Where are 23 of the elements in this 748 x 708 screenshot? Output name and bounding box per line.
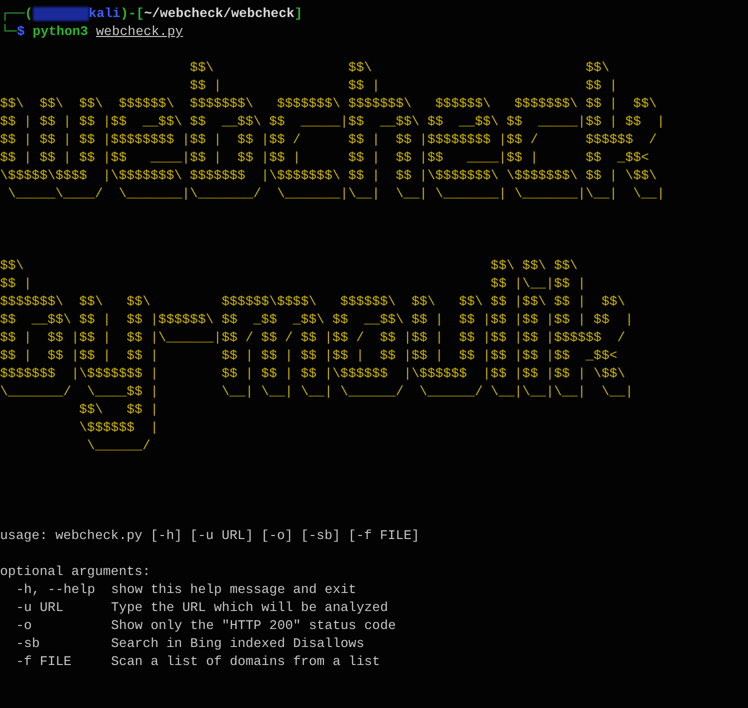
ascii-art-text: $$\ $$\ $$\ $$ | $$ | $$ | $$\ $$\ $$\ $$$$$$\ $$$$$$$\ $$$$$$$\ $$$$$$$\ $$$$$$\ $$$$$$$\ $$ | $$\ $$ | $$ | $$ |$$ __$$\ $$ __$$\ $$ _____|$$ __$$\ $$ __$$\ $$ _____|$$ | $$ | $$ | $$ | $$ |$$$$$$$$ |$$ | $$ |$$ / $$ | $$ |$$$$$$$$ |$$ / $$$$$$ / $$ | $$ | $$ |$$ ____|$$ | $$ |$$ | $$ | $$ |$$ ____|$$ | $$ _$$< \$$$$$\$$$$ |\$$$$$$$\ $$$$$$$ |\$$$$$$$\ $$ | $$ |\$$$$$$$\ \$$$$$$$\ $$ | \$$\ \_____\____/ \_______|\_______/ \_______|\__| \__| \_______| \_______|\__| \__| [0,59,666,203]
option-description: Search in Bing indexed Disallows [111,635,364,653]
prompt-host: kali [88,5,120,23]
prompt-frame: └─ [1,23,17,41]
option-description: Scan a list of domains from a list [111,653,380,671]
command-argument: webcheck.py [96,23,184,41]
prompt-bracket: ] [294,5,302,23]
prompt-separator: )-[ [120,5,144,23]
prompt-path: ~/webcheck/webcheck [144,5,294,23]
ascii-art-text: $$\ $$\ $$\ $$\ $$ | $$ |\__|$$ | $$$$$$$\ $$\ $$\ $$$$$$\$$$$\ $$$$$$\ $$\ $$\ $$ |$$\ $$ | $$\ $$ __$$\ $$ | $$ |$$$$$$\ $$ _$$ _$$\ $$ __$$\ $$ | $$ |$$ |$$ |$$ | $$ | $$ | $$ |$$ | $$ |\______|$$ / $$ / $$ |$$ / $$ |$$ | $$ |$$ |$$ |$$$$$$ / $$ | $$ |$$ | $$ | $$ | $$ | $$ |$$ | $$ |$$ | $$ |$$ |$$ |$$ _$$< $$$$$$$ |\$$$$$$$ | $$ | $$ | $$ |\$$$$$$ |\$$$$$$ |$$ |$$ |$$ | \$$\ \_______/ \____$$ | \__| \__| \__| \______/ \______/ \__|\__|\__| \__| $$\ $$ | \$$$$$$ | \______/ [0,257,634,455]
option-name-label: -h, --help [16,581,96,599]
prompt-frame: ┌──( [1,5,33,23]
option-name-label: -o [16,617,33,635]
option-description: Type the URL which will be analyzed [111,599,388,617]
prompt-symbol: $ [16,23,25,41]
option-description: show this help message and exit [111,581,356,599]
option-name-label: -sb [16,635,41,653]
help-heading: optional arguments: [0,563,150,581]
command-name: python3 [32,23,88,41]
usage-text: usage: webcheck.py [-h] [-u URL] [-o] [-sb] [-f FILE] [0,527,420,545]
option-name-label: -f FILE [16,653,72,671]
option-description: Show only the "HTTP 200" status code [111,617,396,635]
option-name-label: -u URL [16,599,64,617]
